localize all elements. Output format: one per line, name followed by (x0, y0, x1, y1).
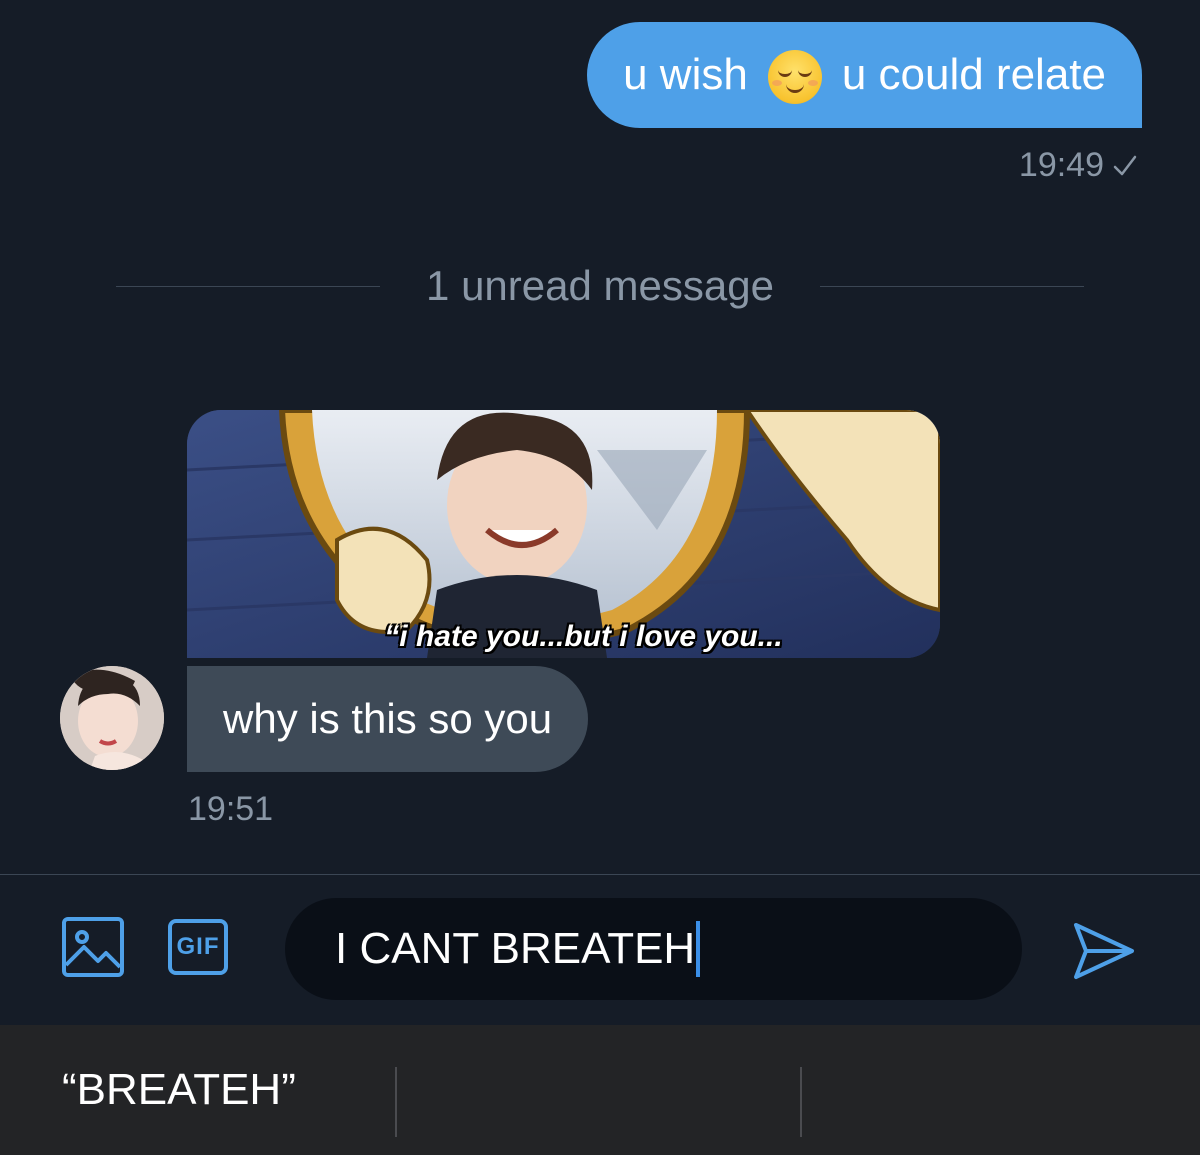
suggestion-item[interactable]: “BREATEH” (62, 1025, 296, 1155)
outgoing-message-bubble[interactable]: u wish u could relate (587, 22, 1142, 128)
suggestion-divider (395, 1067, 397, 1137)
suggestion-item[interactable] (420, 1025, 780, 1155)
check-icon (1112, 153, 1138, 179)
unread-divider: 1 unread message (116, 258, 1084, 314)
relieved-face-emoji-icon (767, 50, 822, 104)
suggestion-divider (800, 1067, 802, 1137)
message-input-value: I CANT BREATEH (335, 924, 696, 973)
message-input[interactable]: I CANT BREATEH (285, 898, 1022, 1000)
incoming-message-text: why is this so you (223, 695, 553, 742)
outgoing-text-after: u could relate (841, 50, 1106, 99)
avatar-photo-icon (60, 666, 164, 770)
text-caret (696, 921, 701, 977)
outgoing-text-before: u wish (623, 50, 748, 99)
suggestion-item[interactable] (830, 1025, 1170, 1155)
dm-conversation: u wish u could relate 19:49 1 unread mes… (0, 0, 1200, 1155)
message-composer: GIF I CANT BREATEH (0, 875, 1200, 1025)
gif-icon[interactable]: GIF (168, 919, 228, 975)
incoming-timestamp: 19:51 (188, 790, 274, 828)
sender-avatar[interactable] (60, 666, 164, 770)
divider-line-left (116, 285, 381, 287)
outgoing-message-meta: 19:49 (1019, 146, 1138, 185)
incoming-media-image[interactable]: “i hate you...but i love you... (187, 410, 940, 658)
image-icon[interactable] (62, 917, 124, 982)
unread-label: 1 unread message (426, 262, 774, 309)
keyboard-suggestion-bar: “BREATEH” (0, 1025, 1200, 1155)
incoming-message-bubble[interactable]: why is this so you (187, 666, 589, 772)
divider-line-right (819, 285, 1084, 287)
media-caption: “i hate you...but i love you... (384, 620, 783, 653)
outgoing-timestamp: 19:49 (1018, 146, 1104, 184)
send-icon[interactable] (1072, 921, 1136, 986)
gif-label: GIF (168, 919, 228, 975)
